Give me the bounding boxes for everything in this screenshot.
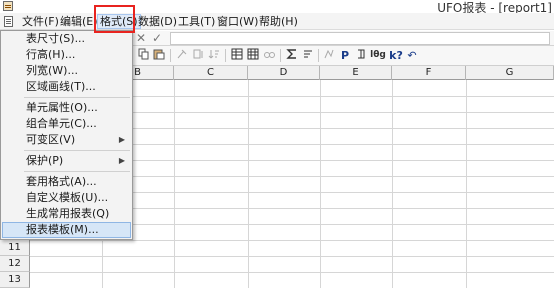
menu-item-table-size[interactable]: 表尺寸(S)...	[2, 31, 131, 47]
menu-item-custom-template[interactable]: 自定义模板(U)...	[2, 190, 131, 206]
menu-data[interactable]: 数据(D)	[136, 14, 179, 29]
menu-item-protect[interactable]: 保护(P) ▶	[2, 153, 131, 169]
title-bar: UFO报表 - [report1]	[0, 0, 554, 15]
cancel-edit-button[interactable]: ✕	[136, 31, 146, 46]
confirm-edit-button[interactable]: ✓	[152, 31, 162, 46]
gridline	[30, 256, 554, 257]
copy-icon[interactable]	[137, 48, 151, 63]
undo-icon[interactable]: ↶	[406, 48, 418, 63]
menu-item-label: 生成常用报表(Q)	[26, 207, 110, 220]
zoom-icon[interactable]: lθg	[370, 48, 386, 63]
help-cursor-icon[interactable]: k?	[389, 48, 403, 63]
sum-icon[interactable]	[285, 48, 299, 63]
paste-icon[interactable]	[152, 48, 166, 63]
menu-item-generate-reports[interactable]: 生成常用报表(Q)	[2, 206, 131, 222]
menu-item-label: 可变区(V)	[26, 133, 76, 146]
menu-item-apply-format[interactable]: 套用格式(A)...	[2, 174, 131, 190]
toolbar-separator	[170, 49, 171, 62]
menu-item-label: 区域画线(T)...	[26, 80, 96, 93]
gridline	[30, 272, 554, 273]
menu-item-label: 行高(H)...	[26, 48, 76, 61]
menu-item-label: 报表模板(M)...	[26, 223, 99, 236]
column-header[interactable]: F	[392, 66, 466, 80]
menu-item-label: 表尺寸(S)...	[26, 32, 86, 45]
menu-file[interactable]: 文件(F)	[20, 14, 61, 29]
document-icon[interactable]	[4, 16, 13, 27]
menu-item-draw-lines[interactable]: 区域画线(T)...	[2, 79, 131, 95]
app-icon	[3, 1, 13, 11]
column-header[interactable]: G	[466, 66, 554, 80]
submenu-arrow-icon: ▶	[118, 156, 125, 165]
menu-tools[interactable]: 工具(T)	[176, 14, 217, 29]
menu-item-label: 自定义模板(U)...	[26, 191, 109, 204]
menu-window[interactable]: 窗口(W)	[215, 14, 260, 29]
p-icon[interactable]: P	[339, 48, 351, 63]
toolbar-separator	[280, 49, 281, 62]
chart-icon[interactable]	[322, 48, 336, 63]
column-icon[interactable]	[354, 48, 368, 63]
column-header[interactable]: D	[248, 66, 320, 80]
sort-asc-icon[interactable]	[191, 48, 205, 63]
menu-item-label: 单元属性(O)...	[26, 101, 98, 114]
find-icon[interactable]	[262, 48, 276, 63]
submenu-arrow-icon: ▶	[118, 135, 125, 144]
menu-separator	[24, 171, 130, 172]
highlight-annotation	[94, 5, 135, 33]
insert-table-icon[interactable]	[230, 48, 244, 63]
menu-help[interactable]: 帮助(H)	[257, 14, 300, 29]
menu-item-column-width[interactable]: 列宽(W)...	[2, 63, 131, 79]
menu-separator	[24, 150, 130, 151]
gridline	[30, 240, 554, 241]
row-header[interactable]: 13	[0, 272, 30, 288]
menu-separator	[24, 97, 130, 98]
row-header[interactable]: 11	[0, 240, 30, 256]
menu-item-label: 组合单元(C)...	[26, 117, 97, 130]
menu-item-row-height[interactable]: 行高(H)...	[2, 47, 131, 63]
sort-icon[interactable]	[301, 48, 315, 63]
menu-item-merge-cells[interactable]: 组合单元(C)...	[2, 116, 131, 132]
format-painter-icon[interactable]	[175, 48, 189, 63]
grid-table-icon[interactable]	[246, 48, 260, 63]
row-header[interactable]: 12	[0, 256, 30, 272]
menu-item-label: 列宽(W)...	[26, 64, 78, 77]
toolbar-separator	[225, 49, 226, 62]
menu-item-variable-area[interactable]: 可变区(V) ▶	[2, 132, 131, 148]
menu-item-report-template[interactable]: 报表模板(M)...	[2, 222, 131, 238]
formula-input[interactable]	[170, 32, 550, 45]
sort-desc-icon[interactable]	[207, 48, 221, 63]
menu-item-label: 保护(P)	[26, 154, 64, 167]
menu-item-cell-properties[interactable]: 单元属性(O)...	[2, 100, 131, 116]
column-header[interactable]: C	[174, 66, 248, 80]
format-menu-dropdown: 表尺寸(S)... 行高(H)... 列宽(W)... 区域画线(T)... 单…	[0, 30, 133, 240]
toolbar-separator	[318, 49, 319, 62]
menu-bar: 文件(F) 编辑(E) 格式(S) 数据(D) 工具(T) 窗口(W) 帮助(H…	[0, 13, 554, 30]
column-header[interactable]: E	[320, 66, 392, 80]
menu-item-label: 套用格式(A)...	[26, 175, 97, 188]
